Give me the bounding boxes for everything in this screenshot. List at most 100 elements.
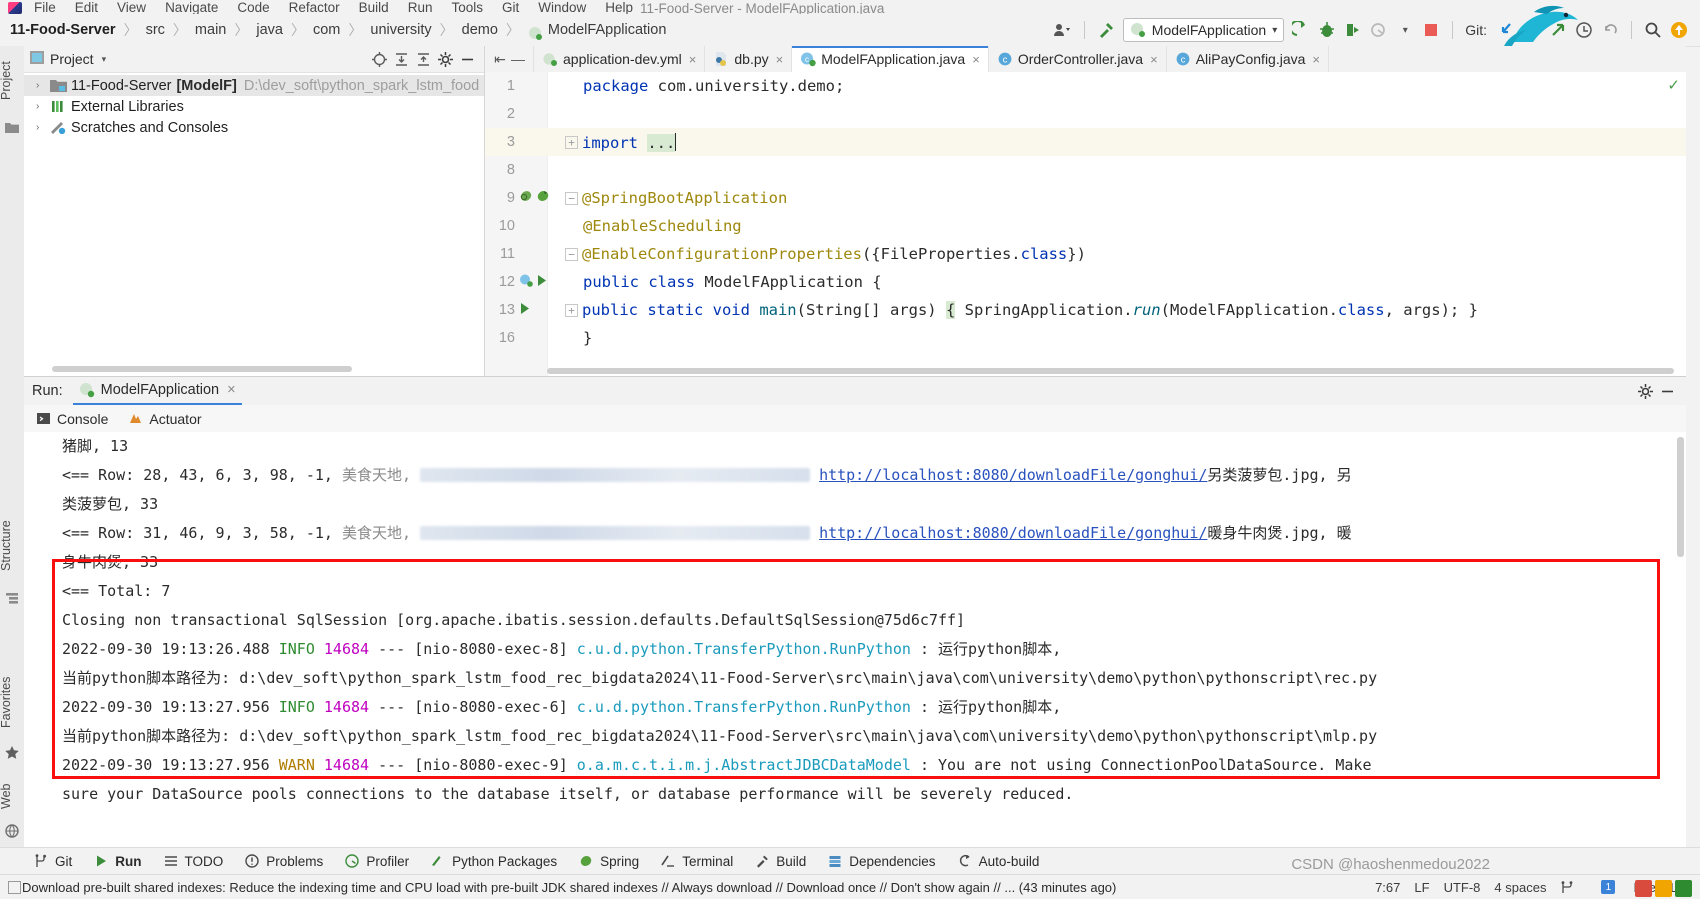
structure-icon[interactable] bbox=[5, 591, 19, 605]
menu-item-help[interactable]: Help bbox=[605, 1, 633, 14]
stop-icon[interactable] bbox=[1420, 18, 1442, 42]
tool-window-button-problems[interactable]: Problems bbox=[245, 854, 323, 869]
project-folder-icon[interactable] bbox=[5, 120, 19, 134]
tool-window-button-git[interactable]: Git bbox=[34, 854, 72, 869]
run-subtab-console[interactable]: Console bbox=[36, 411, 108, 427]
search-everywhere-icon[interactable] bbox=[1642, 18, 1664, 42]
status-message[interactable]: Download pre-built shared indexes: Reduc… bbox=[22, 880, 1116, 895]
chevron-right-icon[interactable]: › bbox=[36, 80, 50, 91]
editor-tab-application-dev-yml[interactable]: application-dev.yml × bbox=[534, 46, 706, 72]
settings-gear-icon[interactable] bbox=[434, 48, 456, 70]
code-line[interactable]: 8 bbox=[485, 156, 1686, 184]
git-push-icon[interactable] bbox=[1547, 18, 1569, 42]
chevron-right-icon[interactable]: › bbox=[36, 101, 50, 112]
strip-web-label[interactable]: Web bbox=[0, 776, 23, 816]
chevron-right-icon[interactable]: › bbox=[36, 122, 50, 133]
tray-icon-2[interactable] bbox=[1655, 880, 1672, 897]
breadcrumb-item-2[interactable]: main bbox=[195, 22, 226, 38]
editor-horizontal-scrollbar[interactable] bbox=[547, 368, 1674, 374]
git-branch-icon[interactable] bbox=[1560, 880, 1573, 895]
code-line[interactable]: 1 package com.university.demo; bbox=[485, 72, 1686, 100]
editor-tab-db-py[interactable]: db.py × bbox=[705, 46, 793, 72]
hide-icon[interactable] bbox=[1656, 380, 1678, 402]
run-gutter-icon[interactable] bbox=[536, 273, 548, 291]
menu-item-file[interactable]: File bbox=[34, 1, 56, 14]
rollback-icon[interactable] bbox=[1599, 18, 1621, 42]
menu-item-run[interactable]: Run bbox=[408, 1, 433, 14]
breadcrumb-item-0[interactable]: 11-Food-Server bbox=[10, 22, 116, 38]
git-update-project-icon[interactable] bbox=[1495, 18, 1517, 42]
gutter-marks[interactable] bbox=[515, 273, 565, 291]
breadcrumb-item-3[interactable]: java bbox=[256, 22, 283, 38]
code-line[interactable]: 11 − @EnableConfigurationProperties({FileP… bbox=[485, 240, 1686, 268]
web-globe-icon[interactable] bbox=[5, 824, 19, 838]
breadcrumb-item-7[interactable]: ModelFApplication bbox=[548, 22, 667, 38]
run-configuration-selector[interactable]: ModelFApplication ▾ bbox=[1122, 18, 1285, 42]
status-checkbox[interactable] bbox=[8, 880, 21, 894]
fold-marker[interactable]: − bbox=[565, 191, 578, 205]
back-icon[interactable]: ⇤ bbox=[491, 50, 509, 68]
indent-setting[interactable]: 4 spaces bbox=[1494, 880, 1546, 895]
line-separator[interactable]: LF bbox=[1414, 880, 1429, 895]
console-output[interactable]: 猪脚, 13 <== Row: 28, 43, 6, 3, 98, -1, 美食天… bbox=[24, 432, 1686, 861]
close-icon[interactable]: × bbox=[776, 52, 784, 67]
gutter-marks[interactable] bbox=[515, 301, 565, 319]
menu-item-window[interactable]: Window bbox=[538, 1, 586, 14]
close-icon[interactable]: × bbox=[689, 52, 697, 67]
tray-icon-1[interactable] bbox=[1635, 880, 1652, 897]
expand-all-icon[interactable] bbox=[390, 48, 412, 70]
breadcrumb-item-1[interactable]: src bbox=[146, 22, 165, 38]
collapse-icon[interactable]: — bbox=[509, 50, 527, 68]
tool-window-button-auto-build[interactable]: Auto-build bbox=[958, 854, 1039, 869]
star-icon[interactable] bbox=[5, 746, 19, 760]
tree-node[interactable]: › 11-Food-Server [ModelF] D:\dev_soft\pytho… bbox=[24, 75, 484, 96]
close-icon[interactable]: × bbox=[972, 52, 980, 67]
chevron-down-icon[interactable]: ▾ bbox=[1394, 18, 1416, 42]
code-line[interactable]: 10 @EnableScheduling bbox=[485, 212, 1686, 240]
menu-item-tools[interactable]: Tools bbox=[451, 1, 483, 14]
profiler-icon[interactable] bbox=[1368, 18, 1390, 42]
inspection-status-icon[interactable]: ✓ bbox=[1667, 76, 1680, 94]
hammer-build-icon[interactable] bbox=[1095, 18, 1117, 42]
debug-bug-icon[interactable] bbox=[1316, 18, 1338, 42]
collapse-all-icon[interactable] bbox=[412, 48, 434, 70]
menu-item-refactor[interactable]: Refactor bbox=[289, 1, 340, 14]
hide-icon[interactable] bbox=[456, 48, 478, 70]
breadcrumb-item-4[interactable]: com bbox=[313, 22, 340, 38]
console-vertical-scrollbar[interactable] bbox=[1677, 437, 1684, 557]
run-with-coverage-icon[interactable] bbox=[1342, 18, 1364, 42]
file-encoding[interactable]: UTF-8 bbox=[1444, 880, 1481, 895]
breadcrumb[interactable]: 11-Food-Server 〉 src 〉 main 〉 java 〉 com 〉 univers… bbox=[10, 20, 666, 40]
menu-item-navigate[interactable]: Navigate bbox=[165, 1, 218, 14]
run-subtab-actuator[interactable]: Actuator bbox=[128, 411, 202, 427]
caret-position[interactable]: 7:67 bbox=[1375, 880, 1400, 895]
console-link[interactable]: http://localhost:8080/downloadFile/gongh… bbox=[819, 524, 1207, 542]
breadcrumb-item-5[interactable]: university bbox=[370, 22, 431, 38]
history-clock-icon[interactable] bbox=[1573, 18, 1595, 42]
tool-window-button-dependencies[interactable]: Dependencies bbox=[828, 854, 936, 869]
chevron-down-icon[interactable]: ▾ bbox=[102, 54, 107, 65]
close-icon[interactable]: × bbox=[227, 382, 235, 398]
project-tree[interactable]: › 11-Food-Server [ModelF] D:\dev_soft\pytho… bbox=[24, 73, 484, 138]
tool-window-button-terminal[interactable]: Terminal bbox=[661, 854, 733, 869]
fold-marker[interactable]: + bbox=[565, 135, 578, 149]
run-tab-modelfapplication[interactable]: ModelFApplication × bbox=[72, 377, 242, 405]
code-line[interactable]: 2 bbox=[485, 100, 1686, 128]
close-icon[interactable]: × bbox=[1150, 52, 1158, 67]
spring-checked-icon[interactable] bbox=[536, 189, 550, 207]
strip-favorites-label[interactable]: Favorites bbox=[0, 666, 23, 738]
tool-window-button-spring[interactable]: Spring bbox=[579, 854, 639, 869]
breadcrumb-item-6[interactable]: demo bbox=[462, 22, 498, 38]
code-line[interactable]: 3 + import ... bbox=[485, 128, 1686, 156]
fold-marker[interactable]: − bbox=[565, 247, 578, 261]
editor-tab-ordercontroller-java[interactable]: c OrderController.java × bbox=[988, 46, 1167, 72]
editor-tab-modelfapplication-java[interactable]: c ModelFApplication.java × bbox=[792, 46, 989, 72]
run-icon[interactable] bbox=[1290, 18, 1312, 42]
run-gutter-icon[interactable] bbox=[519, 301, 531, 319]
git-commit-icon[interactable] bbox=[1521, 18, 1543, 42]
spring-bean-icon[interactable] bbox=[519, 273, 533, 291]
locate-icon[interactable] bbox=[368, 48, 390, 70]
code-line[interactable]: 16} bbox=[485, 324, 1686, 352]
tool-window-button-todo[interactable]: TODO bbox=[164, 854, 223, 869]
bean-icon[interactable] bbox=[519, 189, 533, 207]
